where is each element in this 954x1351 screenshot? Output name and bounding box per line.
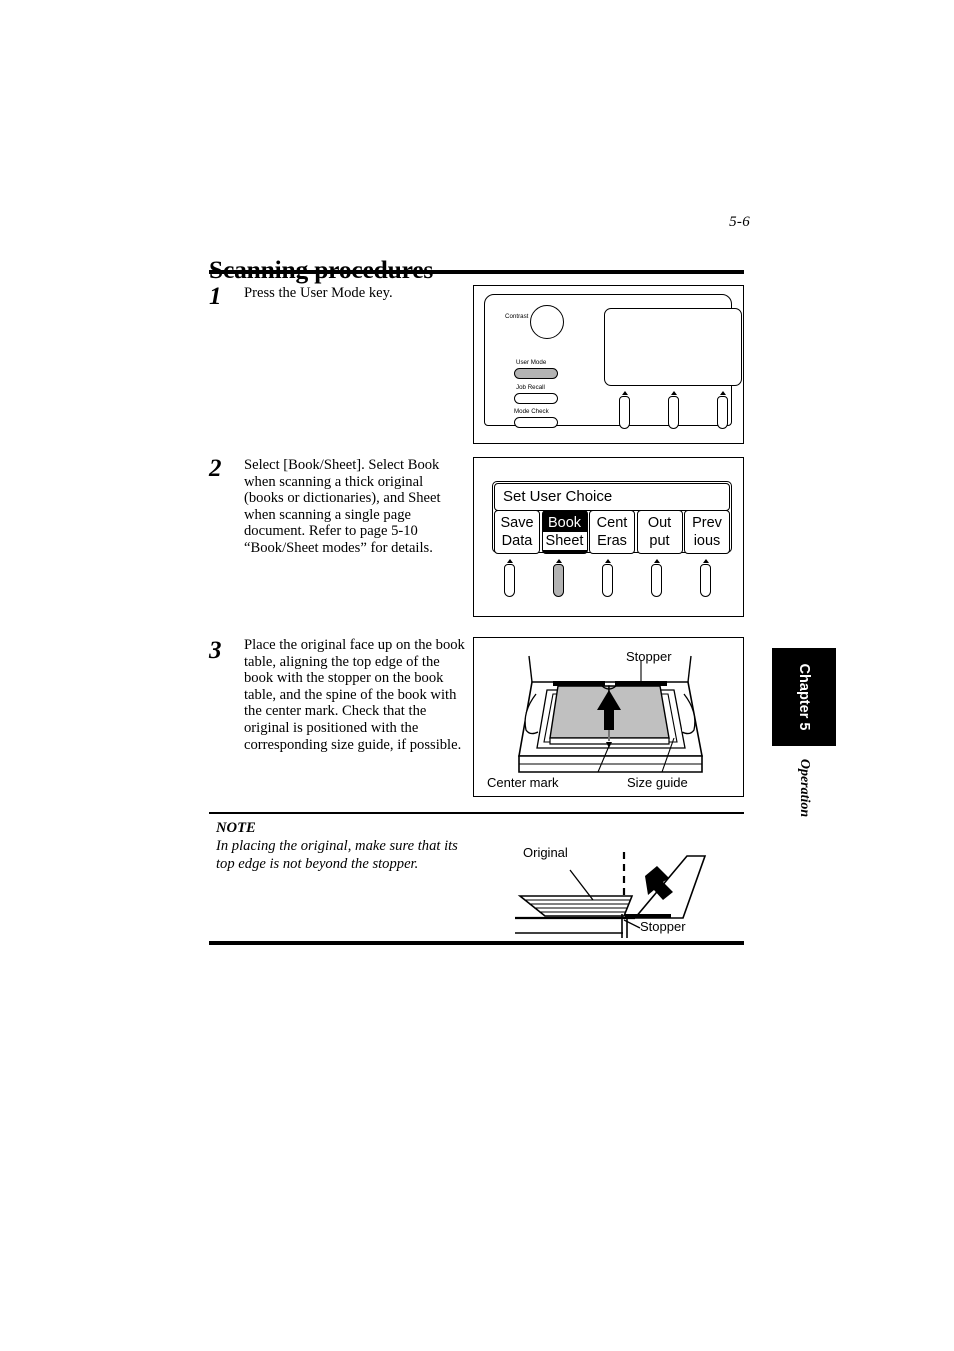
contrast-label: Contrast [505,313,529,320]
softkey-previous[interactable] [700,564,711,597]
step-text-1: Press the User Mode key. [244,285,393,301]
lcd-key-row: Save Data Book Sheet Cent Eras Out put P… [494,510,730,554]
note-divider-rule [209,812,744,814]
note-illustration: Original Stopper [505,838,745,943]
lcd-key-line2: ious [693,533,721,549]
softkey-indicator-icon [605,559,611,563]
chapter-tab: Chapter 5 [772,648,836,746]
contrast-knob[interactable] [530,305,564,339]
lcd-key-book-sheet[interactable]: Book Sheet [541,510,588,554]
bottom-rule [209,941,744,945]
mode-check-label: Mode Check [514,408,549,415]
lcd-display-blank [604,308,742,386]
step-text-2: Select [Book/Sheet]. Select Book when sc… [244,457,441,556]
book-table-drawing [518,655,703,773]
original-label: Original [523,845,568,860]
center-mark-label: Center mark [487,775,559,790]
step-number-1: 1 [209,283,222,310]
chapter-subtitle-label: Operation [797,758,812,818]
softkey-book-sheet[interactable] [553,564,564,597]
size-guide-label: Size guide [627,775,688,790]
softkey-indicator-icon [703,559,709,563]
mode-check-button[interactable] [514,417,558,428]
lcd-key-line1: Out [647,515,672,531]
softkey-cent-eras[interactable] [602,564,613,597]
control-panel-illustration: Contrast User Mode Job Recall Mode Check [473,285,744,444]
step-number-3: 3 [209,637,222,664]
step-number-2: 2 [209,455,222,482]
lcd-key-line1: Book [547,515,582,531]
softkey-3[interactable] [717,396,728,429]
lcd-key-output[interactable]: Out put [636,510,683,554]
softkey-indicator-icon [556,559,562,563]
title-rule [209,270,744,274]
softkey-indicator-icon [622,391,628,395]
note-label: NOTE [216,820,256,836]
page-number: 5-6 [729,214,750,230]
stopper-label: Stopper [626,649,672,664]
lcd-key-line2: put [649,533,670,549]
lcd-key-line1: Prev [692,515,722,531]
user-mode-button[interactable] [514,368,558,379]
softkey-indicator-icon [720,391,726,395]
step-text-3: Place the original face up on the book t… [244,637,465,753]
softkey-indicator-icon [654,559,660,563]
document-page: 5-6 Scanning procedures 1 Press the User… [0,0,954,1351]
job-recall-button[interactable] [514,393,558,404]
softkey-save-data[interactable] [504,564,515,597]
softkey-output[interactable] [651,564,662,597]
lcd-title: Set User Choice [494,483,730,511]
book-table-illustration: Stopper Center mark Size guide [473,637,744,797]
softkey-indicator-icon [671,391,677,395]
softkey-indicator-icon [507,559,513,563]
lcd-key-line2: Sheet [542,532,587,550]
lcd-key-line1: Cent [596,515,628,531]
lcd-key-line1: Save [500,515,534,531]
lcd-key-cent-eras[interactable]: Cent Eras [589,510,635,554]
lcd-menu-illustration: Set User Choice Save Data Book Sheet Cen… [473,457,744,617]
lcd-key-line2: Eras [597,533,627,549]
softkey-1[interactable] [619,396,630,429]
chapter-subtitle: Operation [772,752,836,842]
lcd-key-save-data[interactable]: Save Data [494,510,540,554]
job-recall-label: Job Recall [516,384,545,391]
chapter-tab-label: Chapter 5 [796,663,812,731]
note-stopper-label: Stopper [640,919,686,934]
user-mode-label: User Mode [516,359,547,366]
note-text: In placing the original, make sure that … [216,838,458,872]
softkey-2[interactable] [668,396,679,429]
lcd-key-previous[interactable]: Prev ious [684,510,730,554]
lcd-key-line2: Data [501,533,533,549]
